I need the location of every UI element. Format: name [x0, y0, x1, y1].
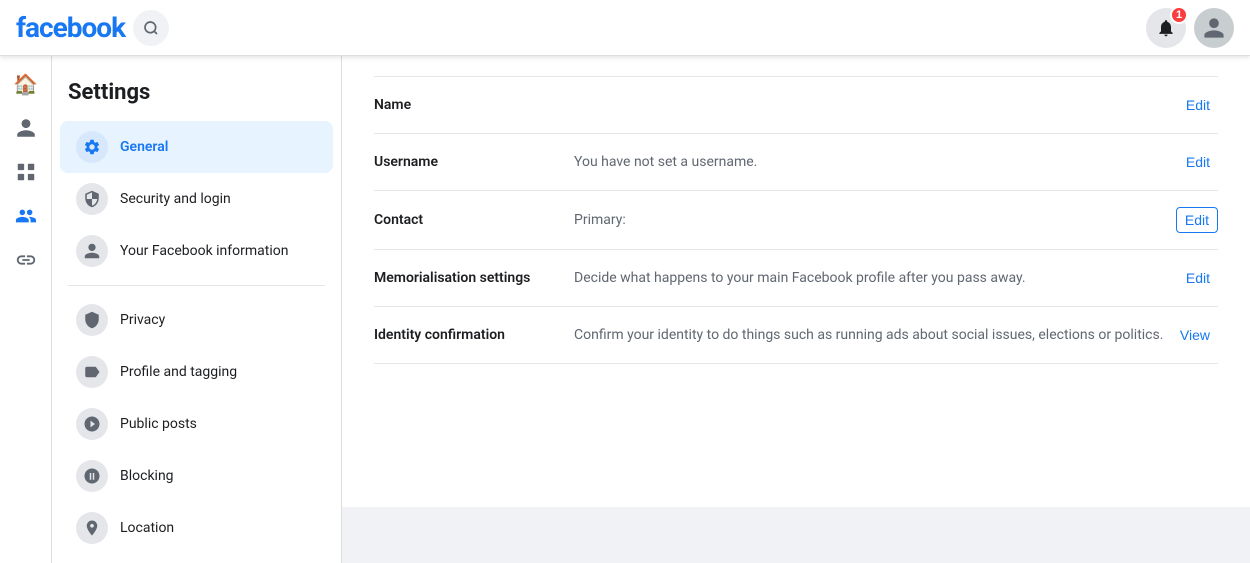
public-posts-icon — [76, 408, 108, 440]
blocking-icon — [76, 460, 108, 492]
location-icon — [76, 512, 108, 544]
sidebar-item-label-profile-tagging: Profile and tagging — [120, 364, 237, 380]
row-action-username: Edit — [1178, 150, 1218, 174]
sidebar-item-security[interactable]: Security and login — [60, 173, 333, 225]
row-label-identity: Identity confirmation — [374, 327, 574, 343]
sidebar-item-label-fb-info: Your Facebook information — [120, 243, 288, 259]
sidebar-icon-pages[interactable] — [6, 240, 46, 280]
edit-memorialisation-button[interactable]: Edit — [1178, 266, 1218, 290]
view-identity-button[interactable]: View — [1172, 323, 1218, 347]
sidebar-item-label-privacy: Privacy — [120, 312, 165, 328]
profile-tagging-icon — [76, 356, 108, 388]
sidebar-item-public-posts[interactable]: Public posts — [60, 398, 333, 450]
sidebar-item-blocking[interactable]: Blocking — [60, 450, 333, 502]
privacy-icon — [76, 304, 108, 336]
settings-row-memorialisation: Memorialisation settings Decide what hap… — [374, 249, 1218, 306]
row-action-identity: View — [1172, 323, 1218, 347]
main-content: General Account Settings Name Edit Usern… — [342, 0, 1250, 507]
search-icon — [143, 20, 159, 36]
edit-contact-button[interactable]: Edit — [1176, 207, 1218, 233]
row-value-username: You have not set a username. — [574, 154, 1178, 170]
sidebar-item-label-general: General — [120, 139, 168, 155]
search-button[interactable] — [133, 10, 169, 46]
row-label-contact: Contact — [374, 212, 574, 228]
row-label-memorialisation: Memorialisation settings — [374, 270, 574, 286]
friends-icon — [15, 205, 37, 227]
sidebar-item-label-location: Location — [120, 520, 174, 536]
notifications-button[interactable]: 1 — [1146, 8, 1186, 48]
sidebar-item-privacy[interactable]: Privacy — [60, 294, 333, 346]
sidebar-item-label-security: Security and login — [120, 191, 231, 207]
security-icon — [76, 183, 108, 215]
settings-title: Settings — [52, 72, 341, 121]
row-label-username: Username — [374, 154, 574, 170]
topnav-left: facebook — [16, 10, 169, 46]
profile-avatar-button[interactable] — [1194, 8, 1234, 48]
settings-sidebar: Settings General Security and login Your… — [52, 56, 342, 563]
row-value-contact: Primary: — [574, 212, 1176, 228]
settings-row-username: Username You have not set a username. Ed… — [374, 133, 1218, 190]
general-icon — [76, 131, 108, 163]
sidebar-icon-home[interactable]: 🏠 — [6, 64, 46, 104]
top-navigation: facebook 1 — [0, 0, 1250, 56]
sidebar-item-label-public-posts: Public posts — [120, 416, 197, 432]
notification-badge: 1 — [1170, 6, 1188, 24]
sidebar-item-profile-tagging[interactable]: Profile and tagging — [60, 346, 333, 398]
sidebar-icon-friends[interactable] — [6, 196, 46, 236]
row-action-memorialisation: Edit — [1178, 266, 1218, 290]
sidebar-item-general[interactable]: General — [60, 121, 333, 173]
grid-icon — [15, 161, 37, 183]
facebook-logo: facebook — [16, 11, 125, 44]
settings-row-name: Name Edit — [374, 76, 1218, 133]
link-icon — [15, 249, 37, 271]
avatar-icon — [1202, 16, 1226, 40]
row-action-contact: Edit — [1176, 207, 1218, 233]
settings-row-identity: Identity confirmation Confirm your ident… — [374, 306, 1218, 363]
sidebar-item-label-blocking: Blocking — [120, 468, 174, 484]
fb-info-icon — [76, 235, 108, 267]
edit-name-button[interactable]: Edit — [1178, 93, 1218, 117]
settings-row-contact: Contact Primary: Edit — [374, 190, 1218, 249]
sidebar-icon-profile[interactable] — [6, 108, 46, 148]
row-action-name: Edit — [1178, 93, 1218, 117]
row-value-identity: Confirm your identity to do things such … — [574, 327, 1172, 343]
sidebar-item-fb-info[interactable]: Your Facebook information — [60, 225, 333, 277]
row-value-memorialisation: Decide what happens to your main Faceboo… — [574, 270, 1178, 286]
topnav-right: 1 — [1146, 8, 1234, 48]
row-label-name: Name — [374, 97, 574, 113]
sidebar-item-language[interactable]: Aa Language and region — [60, 554, 333, 563]
icon-sidebar: 🏠 — [0, 56, 52, 563]
user-icon — [15, 117, 37, 139]
sidebar-icon-menu[interactable] — [6, 152, 46, 192]
sidebar-item-location[interactable]: Location — [60, 502, 333, 554]
edit-username-button[interactable]: Edit — [1178, 150, 1218, 174]
